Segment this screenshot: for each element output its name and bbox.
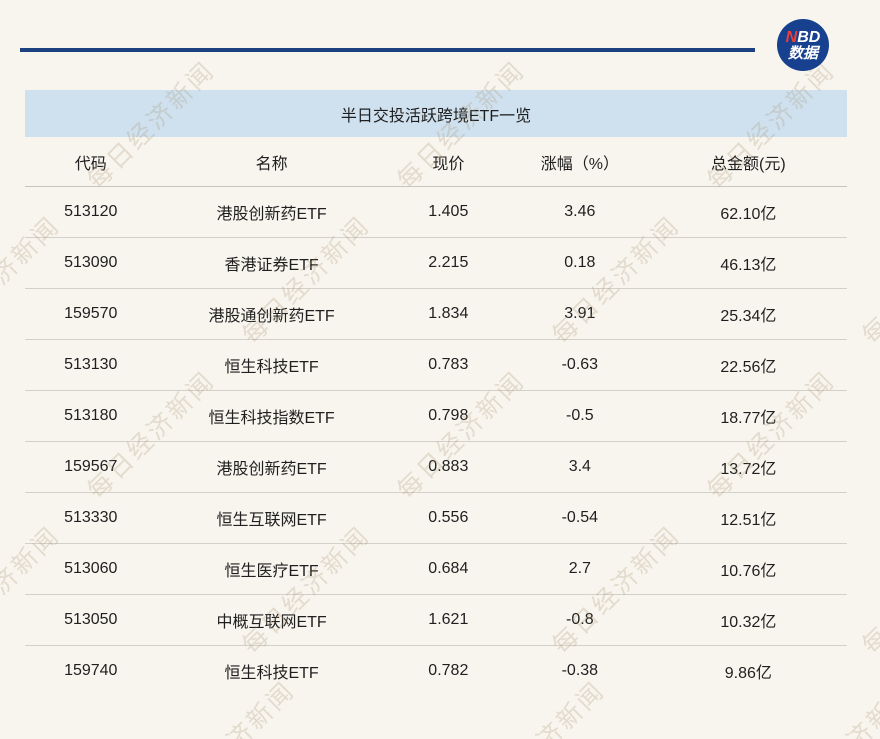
cell-name: 港股通创新药ETF: [157, 289, 387, 340]
cell-code: 159567: [25, 442, 157, 493]
cell-code: 513120: [25, 187, 157, 238]
cell-price: 1.621: [387, 595, 510, 646]
cell-amount: 10.76亿: [650, 544, 847, 595]
cell-name: 中概互联网ETF: [157, 595, 387, 646]
top-rule-divider: [20, 48, 755, 52]
table-row: 513060 恒生医疗ETF 0.684 2.7 10.76亿: [25, 544, 847, 595]
column-header-change: 涨幅（%）: [510, 137, 650, 187]
cell-amount: 18.77亿: [650, 391, 847, 442]
cell-amount: 25.34亿: [650, 289, 847, 340]
cell-amount: 10.32亿: [650, 595, 847, 646]
column-header-amount: 总金额(元): [650, 137, 847, 187]
cell-price: 0.782: [387, 646, 510, 697]
cell-amount: 46.13亿: [650, 238, 847, 289]
table-row: 513050 中概互联网ETF 1.621 -0.8 10.32亿: [25, 595, 847, 646]
cell-amount: 9.86亿: [650, 646, 847, 697]
cell-name: 港股创新药ETF: [157, 442, 387, 493]
header-row: 代码 名称 现价 涨幅（%） 总金额(元): [25, 137, 847, 187]
cell-price: 0.783: [387, 340, 510, 391]
table-row: 513330 恒生互联网ETF 0.556 -0.54 12.51亿: [25, 493, 847, 544]
cell-change: -0.5: [510, 391, 650, 442]
cell-amount: 62.10亿: [650, 187, 847, 238]
cell-code: 513130: [25, 340, 157, 391]
cell-price: 0.883: [387, 442, 510, 493]
cell-code: 159570: [25, 289, 157, 340]
nbd-logo-wordmark: NBD: [786, 29, 821, 46]
cell-price: 0.556: [387, 493, 510, 544]
cell-name: 恒生科技ETF: [157, 646, 387, 697]
cell-change: -0.8: [510, 595, 650, 646]
cell-code: 513330: [25, 493, 157, 544]
cell-name: 恒生互联网ETF: [157, 493, 387, 544]
cell-amount: 22.56亿: [650, 340, 847, 391]
cell-code: 513180: [25, 391, 157, 442]
cell-price: 1.405: [387, 187, 510, 238]
etf-table-body: 513120 港股创新药ETF 1.405 3.46 62.10亿 513090…: [25, 187, 847, 697]
cell-name: 香港证券ETF: [157, 238, 387, 289]
cell-code: 513090: [25, 238, 157, 289]
table-row: 513120 港股创新药ETF 1.405 3.46 62.10亿: [25, 187, 847, 238]
cell-change: 3.4: [510, 442, 650, 493]
cell-name: 恒生科技指数ETF: [157, 391, 387, 442]
nbd-logo-letters-bd: BD: [797, 29, 820, 46]
cell-amount: 12.51亿: [650, 493, 847, 544]
watermark-text: 每日经济新闻: [853, 207, 880, 351]
cell-price: 1.834: [387, 289, 510, 340]
table-row: 159570 港股通创新药ETF 1.834 3.91 25.34亿: [25, 289, 847, 340]
cell-price: 0.684: [387, 544, 510, 595]
cell-change: 3.91: [510, 289, 650, 340]
cell-code: 513060: [25, 544, 157, 595]
cell-code: 159740: [25, 646, 157, 697]
cell-change: -0.63: [510, 340, 650, 391]
column-header-name: 名称: [157, 137, 387, 187]
cell-change: 2.7: [510, 544, 650, 595]
table-row: 513090 香港证券ETF 2.215 0.18 46.13亿: [25, 238, 847, 289]
cell-change: 0.18: [510, 238, 650, 289]
table-row: 513180 恒生科技指数ETF 0.798 -0.5 18.77亿: [25, 391, 847, 442]
table-row: 513130 恒生科技ETF 0.783 -0.63 22.56亿: [25, 340, 847, 391]
cell-code: 513050: [25, 595, 157, 646]
table-title-bar: 半日交投活跃跨境ETF一览: [25, 90, 847, 137]
cell-change: -0.38: [510, 646, 650, 697]
cell-price: 0.798: [387, 391, 510, 442]
cell-price: 2.215: [387, 238, 510, 289]
table-row: 159740 恒生科技ETF 0.782 -0.38 9.86亿: [25, 646, 847, 697]
cell-name: 恒生科技ETF: [157, 340, 387, 391]
nbd-logo-letter-n: N: [786, 29, 798, 46]
cell-change: 3.46: [510, 187, 650, 238]
watermark-text: 每日经济新闻: [853, 517, 880, 661]
etf-table-header: 代码 名称 现价 涨幅（%） 总金额(元): [25, 137, 847, 187]
infographic-page: NBD 数据 半日交投活跃跨境ETF一览 代码 名称 现价 涨幅（%） 总金额(…: [0, 0, 880, 739]
cell-name: 恒生医疗ETF: [157, 544, 387, 595]
cell-name: 港股创新药ETF: [157, 187, 387, 238]
column-header-price: 现价: [387, 137, 510, 187]
cell-change: -0.54: [510, 493, 650, 544]
nbd-logo-subtitle: 数据: [788, 46, 818, 62]
column-header-code: 代码: [25, 137, 157, 187]
table-row: 159567 港股创新药ETF 0.883 3.4 13.72亿: [25, 442, 847, 493]
etf-table: 代码 名称 现价 涨幅（%） 总金额(元) 513120 港股创新药ETF 1.…: [25, 137, 847, 696]
table-title: 半日交投活跃跨境ETF一览: [341, 102, 531, 126]
nbd-data-logo: NBD 数据: [777, 19, 829, 71]
cell-amount: 13.72亿: [650, 442, 847, 493]
